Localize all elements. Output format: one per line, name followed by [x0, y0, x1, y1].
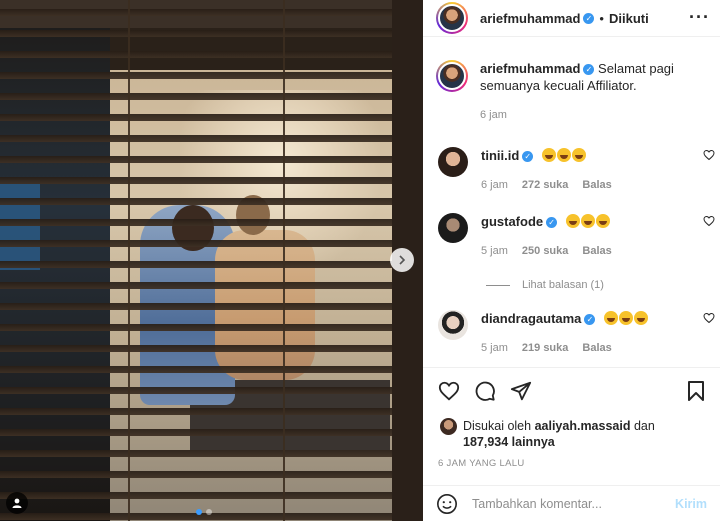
liker-avatar[interactable] [440, 418, 457, 435]
post-timestamp[interactable]: 6 JAM YANG LALU [438, 458, 525, 469]
view-replies-label[interactable]: Lihat balasan (1) [522, 279, 604, 291]
likes-prefix: Disukai oleh [463, 419, 532, 433]
comment-time: 5 jam [481, 342, 508, 354]
heart-icon[interactable] [703, 149, 715, 161]
verified-badge-icon: ✓ [583, 12, 595, 24]
add-comment-bar: Kirim [423, 485, 720, 521]
comment-avatar[interactable] [438, 213, 468, 243]
carousel-dot [206, 509, 212, 515]
post-photo[interactable] [0, 0, 423, 521]
comment-username[interactable]: tinii.id [481, 148, 519, 163]
comment-input[interactable] [472, 496, 676, 511]
post-comment-button[interactable]: Kirim [675, 497, 707, 511]
photo-blind-cord [128, 0, 130, 521]
comment-time: 6 jam [481, 179, 508, 191]
comment-username[interactable]: gustafode [481, 214, 543, 229]
user-icon [12, 498, 22, 508]
likes-conjunction: dan [633, 419, 655, 433]
likes-others[interactable]: 187,934 lainnya [463, 435, 555, 449]
verified-badge-icon: ✓ [522, 151, 534, 163]
comment-item: tinii.id ✓ 6 jam 272 suka Balas [438, 147, 715, 194]
share-send-icon[interactable] [510, 380, 532, 402]
caption-time: 6 jam [480, 109, 507, 121]
verified-badge-icon: ✓ [584, 314, 596, 326]
follow-button[interactable]: Diikuti [609, 11, 649, 26]
comment-reply-button[interactable]: Balas [582, 243, 611, 260]
comment-bubble-icon[interactable] [474, 380, 496, 402]
author-username[interactable]: ariefmuhammad [480, 11, 580, 26]
comment-likes[interactable]: 250 suka [522, 243, 568, 260]
laughing-emoji-icon [565, 214, 610, 229]
verified-badge-icon: ✓ [546, 217, 558, 229]
bookmark-icon[interactable] [686, 380, 706, 402]
liker-username[interactable]: aaliyah.massaid [535, 419, 631, 433]
comment-avatar[interactable] [438, 310, 468, 340]
like-heart-icon[interactable] [438, 380, 460, 402]
tagged-users-button[interactable] [6, 492, 28, 514]
chevron-right-icon [399, 255, 406, 265]
photo-blinds [0, 0, 392, 521]
more-options-icon[interactable]: ··· [689, 8, 710, 26]
comment-time: 5 jam [481, 245, 508, 257]
laughing-emoji-icon [603, 311, 649, 326]
laughing-emoji-icon [541, 148, 586, 163]
comment-reply-button[interactable]: Balas [582, 177, 611, 194]
replies-divider [486, 284, 510, 286]
separator-dot: • [599, 10, 604, 26]
comment-item: gustafode ✓ 5 jam 250 suka Balas [438, 213, 715, 260]
carousel-dot [196, 509, 202, 515]
likes-summary: Disukai oleh aaliyah.massaid dan 187,934… [440, 418, 655, 450]
comment-avatar[interactable] [438, 147, 468, 177]
comment-reply-button[interactable]: Balas [582, 340, 611, 357]
carousel-indicator [196, 509, 212, 515]
view-replies-button[interactable]: Lihat balasan (1) [486, 279, 604, 291]
caption-avatar[interactable] [436, 60, 468, 92]
post-header: ariefmuhammad ✓ • Diikuti ··· [423, 0, 720, 37]
carousel-next-button[interactable] [390, 248, 414, 272]
post-side-panel: ariefmuhammad ✓ • Diikuti ··· ariefmuham… [423, 0, 720, 521]
comment-username[interactable]: diandragautama [481, 311, 581, 326]
comment-likes[interactable]: 219 suka [522, 340, 568, 357]
caption: ariefmuhammad ✓ Selamat pagi semuanya kec… [436, 60, 706, 121]
comment-item: diandragautama ✓ 5 jam 219 suka Balas [438, 310, 715, 357]
verified-badge-icon: ✓ [583, 64, 595, 76]
post-actions: Disukai oleh aaliyah.massaid dan 187,934… [423, 367, 720, 469]
emoji-smiley-icon[interactable] [436, 493, 458, 515]
comment-likes[interactable]: 272 suka [522, 177, 568, 194]
heart-icon[interactable] [703, 312, 715, 324]
heart-icon[interactable] [703, 215, 715, 227]
author-avatar[interactable] [436, 2, 468, 34]
photo-blind-cord [283, 0, 285, 521]
caption-username[interactable]: ariefmuhammad [480, 61, 580, 76]
